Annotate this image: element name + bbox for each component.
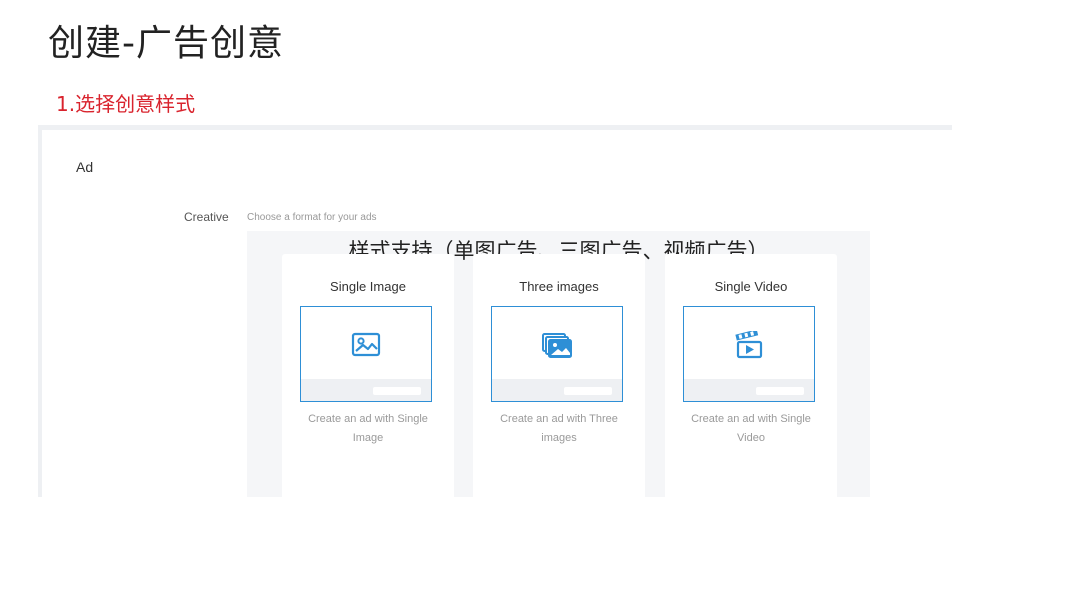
video-clapper-icon [733,329,765,359]
preview-footer [684,379,814,401]
step-title: 1.选择创意样式 [56,92,196,116]
image-icon [350,331,382,359]
images-stack-icon [541,331,573,359]
preview-bar [373,387,421,395]
page-title: 创建-广告创意 [48,23,284,64]
format-preview-three-images[interactable] [491,306,623,402]
format-card-description: Create an ad with Three images [500,413,618,444]
preview-bar [564,387,612,395]
format-card-title: Single Image [330,279,406,294]
format-card-description: Create an ad with Single Video [691,413,811,444]
creative-field-label: Creative [184,210,229,224]
creative-hint-text: Choose a format for your ads [247,212,377,223]
format-card-single-image[interactable]: Single Image Create an ad with Single Im… [282,254,454,497]
format-card-title: Single Video [714,279,788,294]
format-card-title: Three images [519,279,599,294]
ad-settings-panel: Ad Creative Choose a format for your ads… [38,125,952,497]
preview-bar [756,387,804,395]
format-card-three-images[interactable]: Three images Create an ad with Three ima… [473,254,645,497]
ad-section-label: Ad [76,159,94,175]
format-selector: 样式支持（单图广告、三图广告、视频广告） Single Image Create… [247,231,870,497]
format-preview-single-video[interactable] [683,306,815,402]
format-card-single-video[interactable]: Single Video Create an ad with Single Vi… [665,254,837,497]
preview-footer [492,379,622,401]
format-preview-single-image[interactable] [300,306,432,402]
preview-footer [301,379,431,401]
format-card-description: Create an ad with Single Image [308,413,428,444]
